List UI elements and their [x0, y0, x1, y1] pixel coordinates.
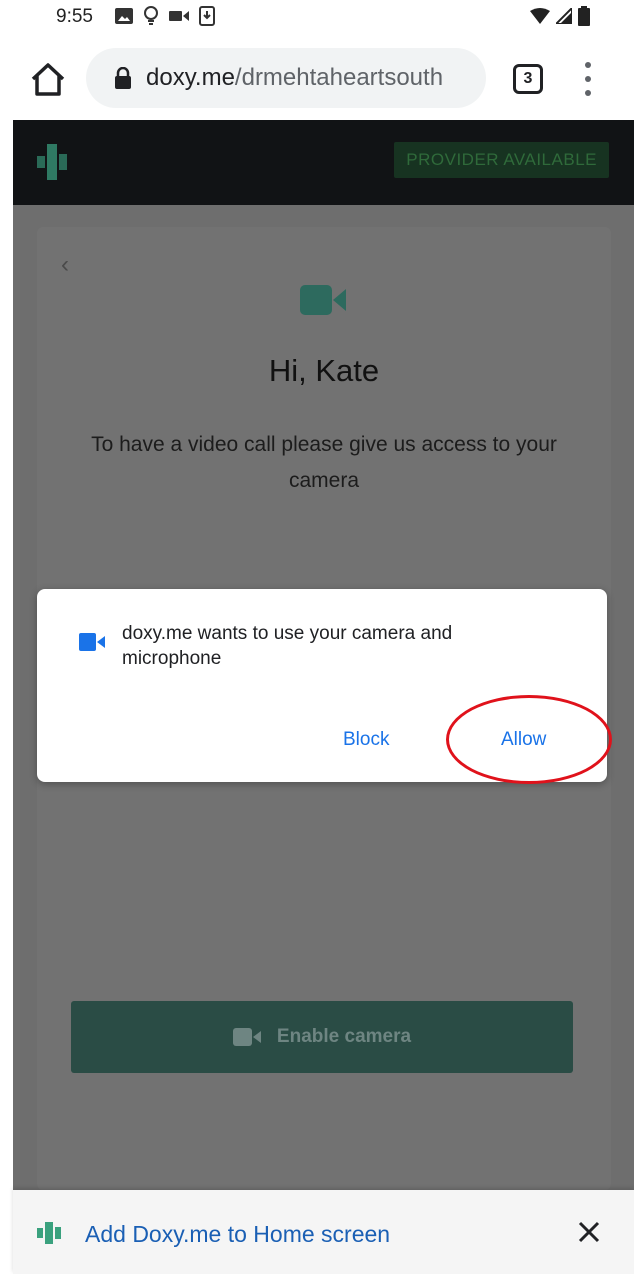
image-icon	[115, 8, 133, 24]
lightbulb-icon	[144, 6, 158, 25]
signal-icon	[556, 8, 572, 24]
enable-camera-label: Enable camera	[276, 1026, 412, 1047]
url-bar[interactable]: doxy.me/drmehtaheartsouth	[86, 48, 486, 108]
greeting-heading: Hi, Kate	[268, 353, 380, 388]
battery-icon	[578, 6, 590, 26]
doxy-logo-icon	[37, 1222, 61, 1244]
camera-permission-icon	[79, 633, 105, 651]
provider-status-badge: PROVIDER AVAILABLE	[394, 142, 609, 178]
lock-icon	[115, 67, 131, 89]
camera-icon	[232, 1028, 261, 1046]
doxy-logo-icon	[37, 144, 67, 180]
back-chevron-icon[interactable]: ‹	[61, 251, 69, 279]
camera-access-prompt: To have a video call please give us acce…	[91, 433, 557, 492]
overflow-menu-icon[interactable]	[578, 62, 598, 96]
status-bar: 9:55	[0, 0, 634, 36]
notification-icons	[115, 6, 215, 26]
add-to-home-banner[interactable]: Add Doxy.me to Home screen	[13, 1190, 634, 1274]
add-to-home-text[interactable]: Add Doxy.me to Home screen	[85, 1221, 390, 1248]
permission-dialog: doxy.me wants to use your camera and mic…	[37, 589, 607, 782]
wifi-icon	[530, 8, 550, 24]
browser-toolbar: doxy.me/drmehtaheartsouth 3	[0, 36, 634, 120]
site-header: PROVIDER AVAILABLE	[13, 120, 634, 205]
download-icon	[199, 6, 215, 26]
system-icons	[530, 6, 590, 26]
status-time: 9:55	[56, 6, 93, 27]
url-path: /drmehtaheartsouth	[234, 64, 444, 91]
tab-count: 3	[523, 70, 533, 87]
permission-message: doxy.me wants to use your camera and mic…	[122, 623, 453, 669]
close-icon[interactable]	[577, 1220, 601, 1244]
enable-camera-button[interactable]: Enable camera	[71, 1001, 573, 1073]
allow-button[interactable]: Allow	[501, 729, 546, 751]
block-button[interactable]: Block	[343, 729, 389, 751]
video-camera-icon	[300, 285, 346, 315]
video-camera-status-icon	[169, 11, 189, 21]
url-text: doxy.me/drmehtaheartsouth	[146, 64, 443, 92]
tab-switcher-button[interactable]: 3	[513, 64, 543, 94]
url-domain: doxy.me	[146, 64, 235, 91]
home-icon[interactable]	[30, 62, 66, 96]
